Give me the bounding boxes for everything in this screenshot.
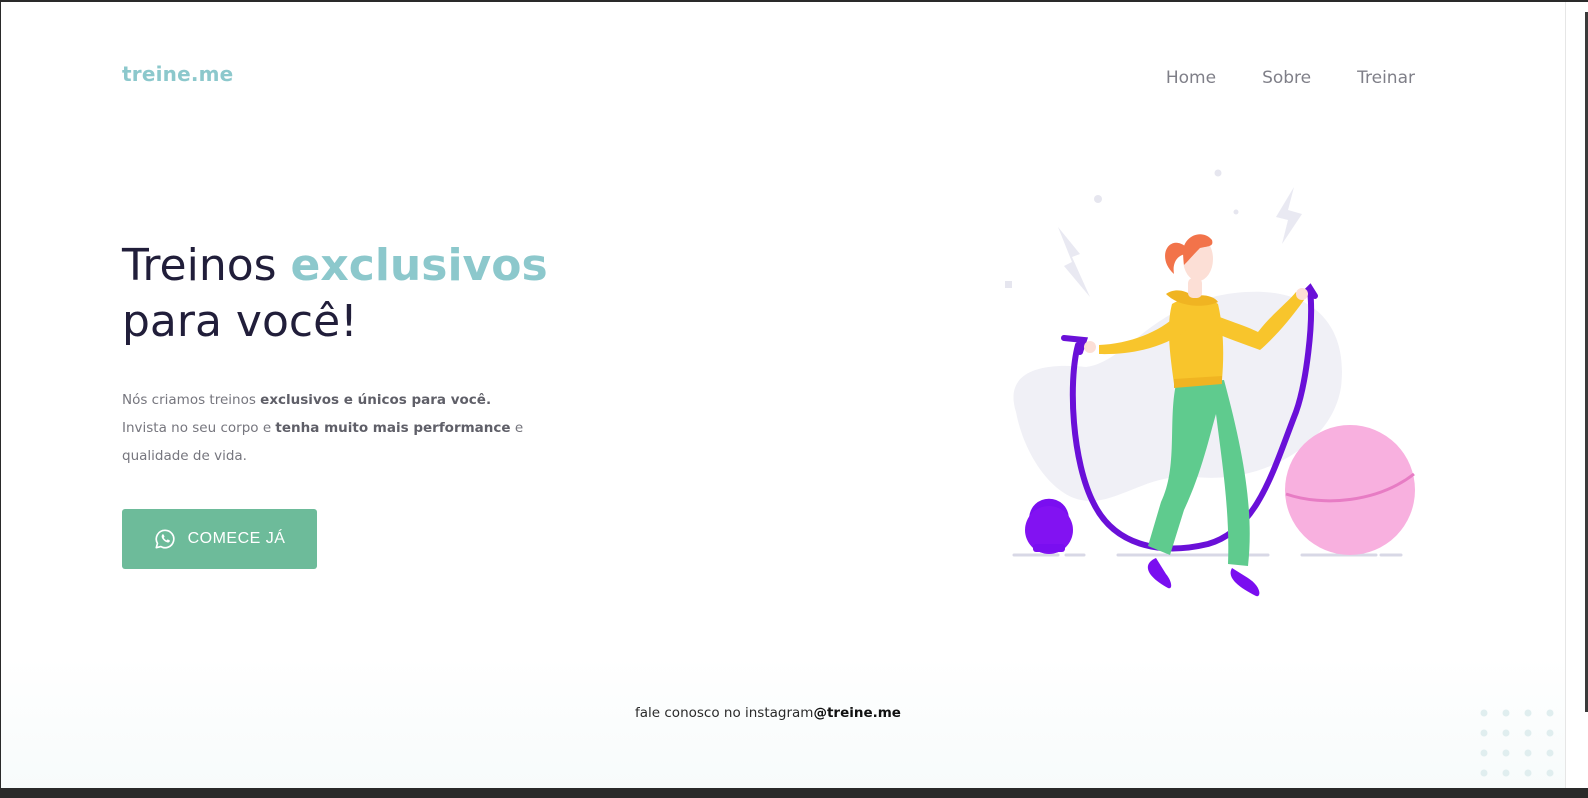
jump-rope-illustration bbox=[1005, 169, 1415, 597]
footer: fale conosco no instagram@treine.me bbox=[1, 657, 1567, 788]
hero-text-line2b: tenha muito mais performance bbox=[275, 420, 511, 436]
logo-link[interactable]: treine.me bbox=[122, 62, 233, 86]
hero-description: Nós criamos treinos exclusivos e únicos … bbox=[122, 386, 542, 470]
hero-title-accent: exclusivos bbox=[290, 240, 548, 291]
page: treine.me Home Sobre Treinar Treinos exc… bbox=[0, 0, 1588, 798]
nav-home-link[interactable]: Home bbox=[1166, 68, 1216, 88]
exercise-ball-icon bbox=[1285, 425, 1415, 555]
comece-ja-button[interactable]: COMECE JÁ bbox=[122, 509, 317, 569]
hero-title: Treinos exclusivos para você! bbox=[122, 238, 548, 350]
confetti-dot bbox=[1005, 281, 1012, 288]
hero-title-part2: para você! bbox=[122, 296, 358, 347]
nav-treinar-link[interactable]: Treinar bbox=[1357, 68, 1415, 88]
instagram-handle-link[interactable]: @treine.me bbox=[813, 705, 901, 721]
nav-sobre-link[interactable]: Sobre bbox=[1262, 68, 1311, 88]
comece-ja-label: COMECE JÁ bbox=[187, 530, 286, 547]
hero-title-part1: Treinos bbox=[122, 240, 291, 291]
decorative-dots bbox=[1480, 709, 1554, 777]
kettlebell-icon bbox=[1025, 498, 1073, 554]
lightning-icon bbox=[1276, 187, 1302, 244]
whatsapp-icon bbox=[154, 528, 176, 550]
footer-text: fale conosco no instagram bbox=[635, 705, 814, 721]
hero-text-line1a: Nós criamos treinos bbox=[122, 392, 261, 408]
hero-text-line2c: e bbox=[510, 420, 524, 436]
scrollbar-track[interactable] bbox=[1565, 2, 1588, 788]
confetti-dot bbox=[1233, 209, 1239, 215]
lightning-icon bbox=[1058, 227, 1090, 297]
main-nav: Home Sobre Treinar bbox=[1166, 68, 1415, 88]
hero-text-line2a: Invista no seu corpo e bbox=[122, 420, 276, 436]
hero-text-line1b: exclusivos e únicos para você. bbox=[260, 392, 492, 408]
confetti-dot bbox=[1214, 169, 1222, 177]
footer-contact: fale conosco no instagram@treine.me bbox=[1, 705, 1535, 721]
hero-text-line3: qualidade de vida. bbox=[122, 448, 247, 464]
confetti-dot bbox=[1094, 195, 1102, 203]
